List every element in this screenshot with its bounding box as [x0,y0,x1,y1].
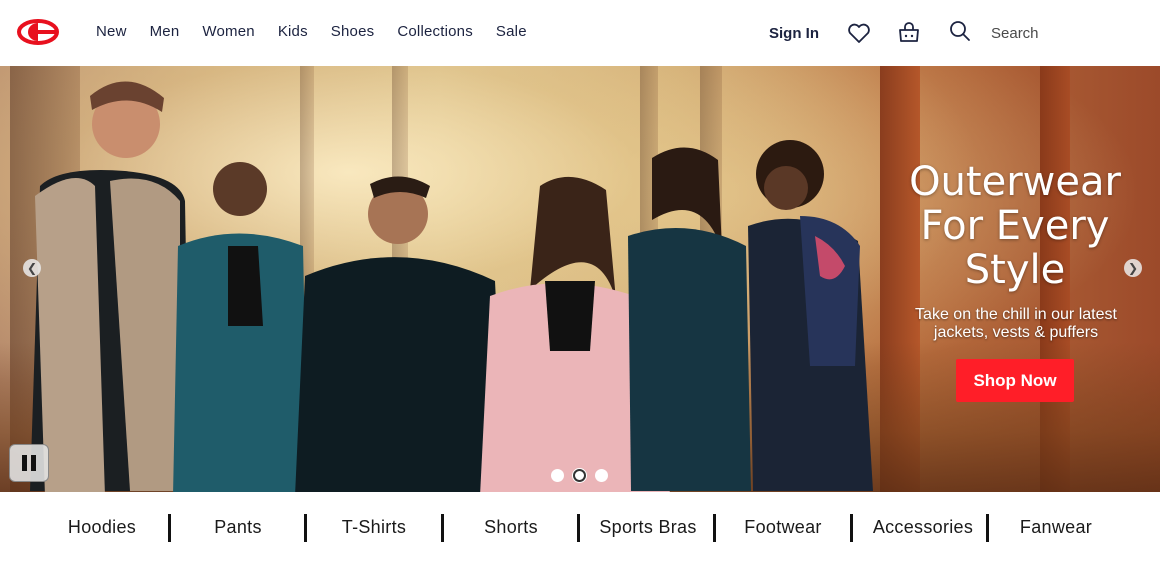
carousel-dot-active[interactable] [573,469,586,482]
hero-title: Outerwear For Every Style [900,160,1130,292]
category-fanwear[interactable]: Fanwear [1006,517,1106,538]
category-divider [713,514,716,542]
category-t-shirts[interactable]: T-Shirts [324,517,424,538]
main-nav: New Men Women Kids Shoes Collections Sal… [96,23,550,40]
hero-title-line: For Every [920,203,1110,249]
carousel-dot[interactable] [595,469,608,482]
models-photo [30,81,873,492]
nav-shoes[interactable]: Shoes [331,23,375,40]
site-header: New Men Women Kids Shoes Collections Sal… [0,0,1160,66]
hero-subtitle-line: Take on the chill in our latest [915,306,1117,323]
nav-sale[interactable]: Sale [496,23,527,40]
heart-icon[interactable] [846,20,872,46]
prev-slide-arrow-icon[interactable]: ❮ [23,259,41,277]
next-slide-arrow-icon[interactable]: ❯ [1124,259,1142,277]
category-accessories[interactable]: Accessories [864,517,982,538]
pause-button[interactable] [9,444,49,482]
hero-subtitle-line: jackets, vests & puffers [933,324,1099,341]
category-divider [441,514,444,542]
champion-logo-icon[interactable] [16,18,60,46]
category-footwear[interactable]: Footwear [728,517,838,538]
category-divider [850,514,853,542]
hero-title-line: Outerwear [909,159,1121,205]
search-input[interactable]: Search [991,25,1039,42]
category-hoodies[interactable]: Hoodies [50,517,154,538]
category-divider [577,514,580,542]
nav-kids[interactable]: Kids [278,23,308,40]
carousel-dot[interactable] [551,469,564,482]
shop-now-button[interactable]: Shop Now [956,359,1074,402]
category-divider [304,514,307,542]
nav-women[interactable]: Women [202,23,254,40]
category-bar: Hoodies Pants T-Shirts Shorts Sports Bra… [0,492,1160,567]
sign-in-link[interactable]: Sign In [769,25,819,42]
pause-icon [31,455,36,471]
nav-new[interactable]: New [96,23,127,40]
category-shorts[interactable]: Shorts [462,517,560,538]
carousel-dots [551,469,608,482]
search-icon[interactable] [947,18,973,44]
nav-men[interactable]: Men [150,23,180,40]
hero-subtitle: Take on the chill in our latest jackets,… [898,306,1134,342]
category-divider [986,514,989,542]
hero-banner[interactable]: Outerwear For Every Style Take on the ch… [0,66,1160,492]
category-pants[interactable]: Pants [190,517,286,538]
pause-icon [22,455,27,471]
nav-collections[interactable]: Collections [397,23,473,40]
category-sports-bras[interactable]: Sports Bras [592,517,704,538]
category-divider [168,514,171,542]
hero-title-line: Style [964,247,1066,293]
cart-icon[interactable] [896,20,922,46]
